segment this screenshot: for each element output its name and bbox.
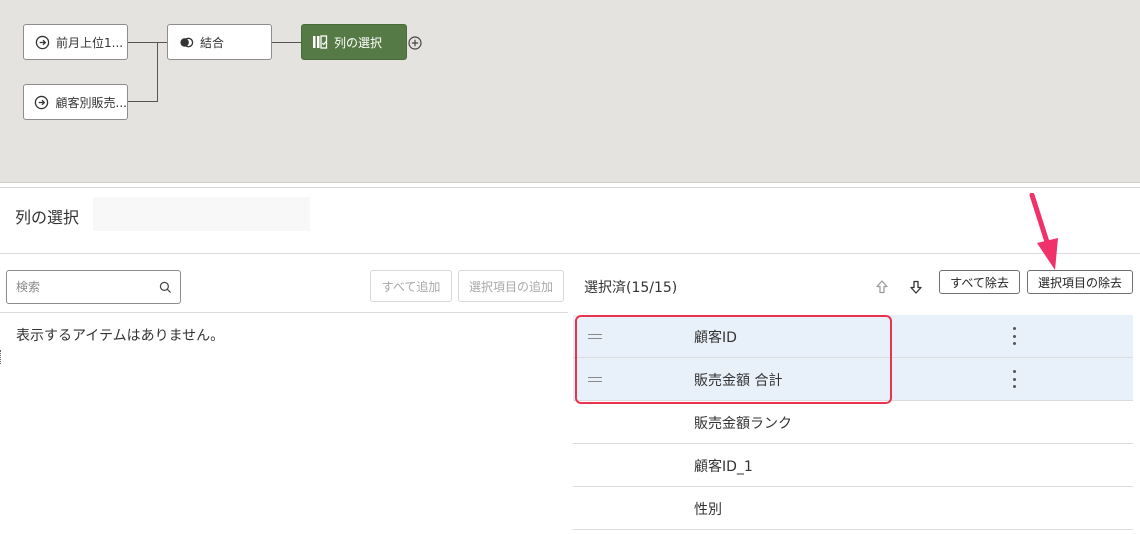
flow-node-source-1[interactable]: 前月上位1... <box>23 24 128 60</box>
move-down-icon[interactable] <box>908 279 924 295</box>
pointer-arrow-icon <box>1029 193 1058 270</box>
divider <box>0 312 568 313</box>
remove-all-button[interactable]: すべて除去 <box>939 270 1020 294</box>
column-name: 顧客ID <box>694 330 737 346</box>
add-selected-button[interactable]: 選択項目の追加 <box>458 270 564 302</box>
join-icon <box>178 34 194 50</box>
column-name: 顧客ID_1 <box>694 459 753 475</box>
node-label: 結合 <box>200 35 225 50</box>
column-name: 販売金額ランク <box>694 416 792 432</box>
list-item[interactable]: 性別 <box>573 487 1133 530</box>
select-columns-icon <box>312 34 328 50</box>
move-up-icon[interactable] <box>874 279 890 295</box>
plus-circle-icon[interactable] <box>408 35 422 50</box>
divider <box>0 187 1140 188</box>
column-name: 性別 <box>694 502 722 518</box>
search-input[interactable] <box>7 271 147 303</box>
node-label: 前月上位1... <box>56 35 124 50</box>
flow-node-join[interactable]: 結合 <box>167 24 272 60</box>
more-options-icon[interactable] <box>1010 370 1018 388</box>
column-name: 販売金額 合計 <box>694 373 783 389</box>
search-field[interactable] <box>6 270 181 304</box>
flow-canvas[interactable]: 前月上位1... 顧客別販売... 結合 列の選択 <box>0 0 1140 183</box>
search-icon[interactable] <box>159 279 173 294</box>
drag-handle-icon[interactable] <box>588 334 602 339</box>
connector-line <box>157 42 158 102</box>
resize-handle[interactable] <box>0 350 2 364</box>
drag-handle-icon[interactable] <box>588 377 602 382</box>
list-item[interactable]: 顧客ID <box>573 315 1133 358</box>
selected-count-label: 選択済(15/15) <box>584 280 678 296</box>
panel-title: 列の選択 <box>15 208 80 227</box>
list-item[interactable]: 顧客ID_1 <box>573 444 1133 487</box>
empty-list-message: 表示するアイテムはありません。 <box>16 328 225 344</box>
connector-line <box>272 42 301 43</box>
list-item[interactable]: 販売金額ランク <box>573 401 1133 444</box>
flow-node-source-2[interactable]: 顧客別販売... <box>23 84 128 120</box>
add-all-button[interactable]: すべて追加 <box>370 270 452 302</box>
more-options-icon[interactable] <box>1010 327 1018 345</box>
divider <box>0 253 1140 254</box>
list-item[interactable]: 販売金額 合計 <box>573 358 1133 401</box>
step-name-input[interactable] <box>93 197 310 231</box>
node-label: 列の選択 <box>334 35 383 50</box>
connector-line <box>128 101 158 102</box>
node-label: 顧客別販売... <box>55 95 127 110</box>
connector-line <box>128 42 167 43</box>
arrow-circle-icon <box>34 94 50 110</box>
arrow-circle-icon <box>34 34 50 50</box>
flow-node-select-columns[interactable]: 列の選択 <box>301 24 407 60</box>
remove-selected-button[interactable]: 選択項目の除去 <box>1027 270 1133 294</box>
